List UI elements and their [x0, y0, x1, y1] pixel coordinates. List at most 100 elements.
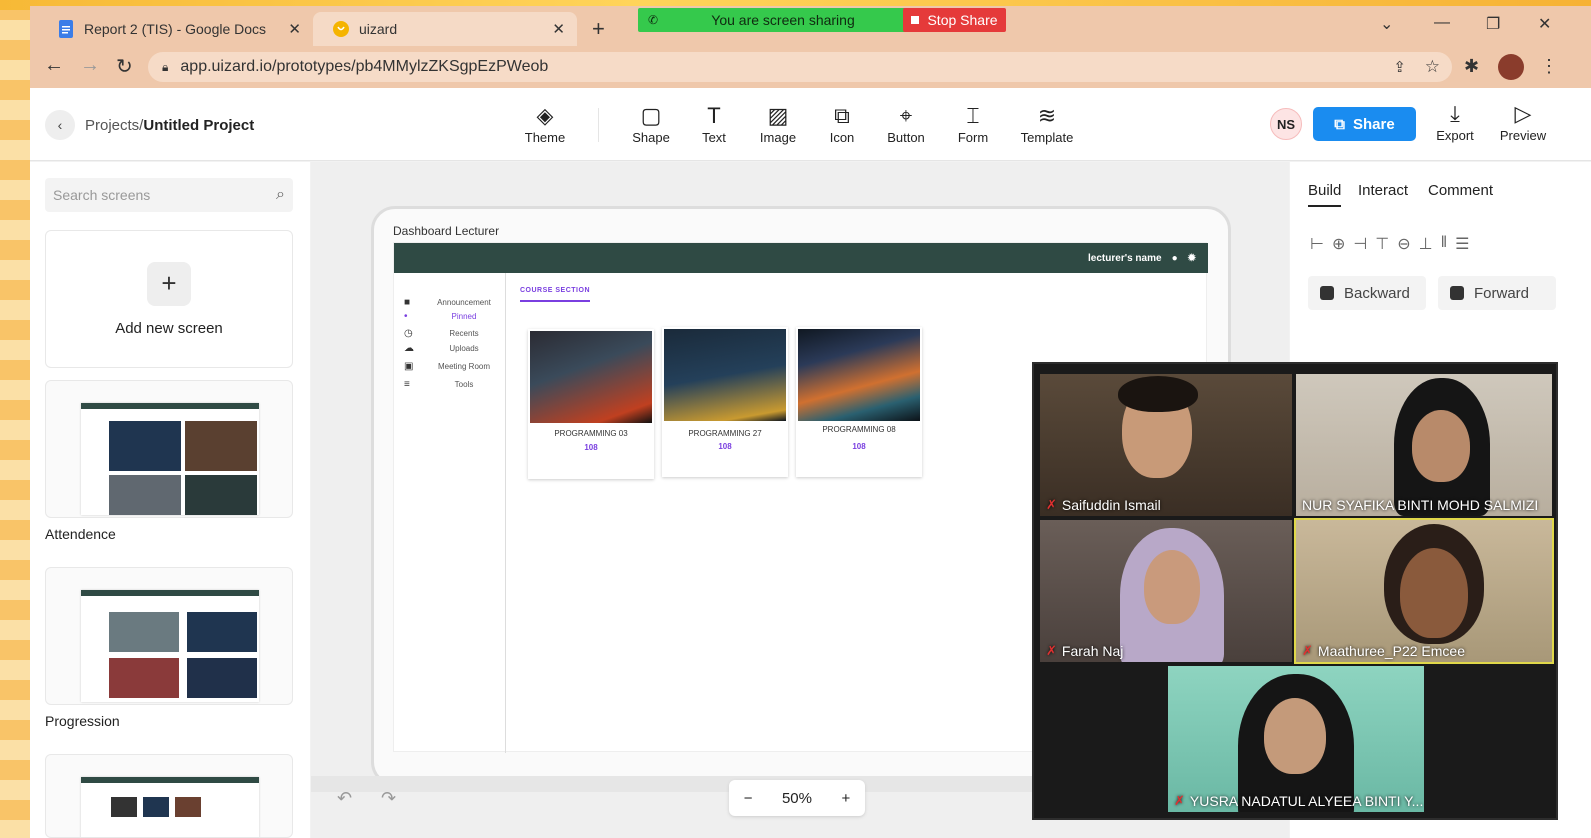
button-tool-button[interactable]: ⌖ Button: [871, 102, 941, 145]
cloud-icon: ☁: [404, 343, 414, 354]
mic-muted-icon: ✗: [1174, 793, 1185, 808]
screen-thumbnail-third[interactable]: [45, 754, 293, 838]
tab-comment[interactable]: Comment: [1428, 182, 1493, 199]
minimize-button[interactable]: —: [1434, 14, 1450, 32]
close-icon[interactable]: ✕: [288, 20, 301, 38]
distribute-vertical-icon[interactable]: ☰: [1455, 234, 1469, 254]
share-button[interactable]: ⧉ Share: [1313, 107, 1416, 141]
back-button[interactable]: ‹: [45, 110, 75, 140]
list-icon: ≡: [404, 379, 410, 390]
icon-shapes-icon: ⧉: [834, 103, 850, 128]
align-bottom-icon[interactable]: ⊥: [1419, 234, 1433, 254]
participant-face: [1144, 550, 1200, 624]
align-middle-icon[interactable]: ⊖: [1397, 234, 1410, 254]
export-button[interactable]: ⤓ Export: [1420, 100, 1490, 143]
participant-name: NUR SYAFIKA BINTI MOHD SALMIZI: [1302, 497, 1539, 513]
tab-build[interactable]: Build: [1308, 182, 1342, 207]
sidebar-item-tools: ≡ Tools: [404, 379, 474, 390]
url-text: app.uizard.io/prototypes/pb4MMylzZKSgpEz…: [180, 58, 549, 75]
chevron-down-icon[interactable]: ⌄: [1380, 14, 1393, 34]
share-page-icon[interactable]: ⇪: [1393, 58, 1406, 76]
screen-name-progression[interactable]: Progression: [45, 713, 120, 729]
sidebar-item-recents: ◷ Recents: [404, 328, 479, 339]
reload-icon[interactable]: ↻: [116, 54, 133, 79]
align-top-icon[interactable]: ⊤: [1375, 234, 1389, 254]
close-icon[interactable]: ✕: [552, 20, 565, 38]
play-icon: ▷: [1514, 101, 1532, 126]
project-title[interactable]: Untitled Project: [143, 117, 254, 134]
forward-button[interactable]: Forward: [1438, 276, 1556, 310]
backward-button[interactable]: Backward: [1308, 276, 1426, 310]
align-right-icon[interactable]: ⊣: [1353, 234, 1367, 254]
layers-icon: ≋: [1037, 103, 1057, 128]
tab-google-docs[interactable]: Report 2 (TIS) - Google Docs ✕: [38, 12, 313, 46]
screen-preview: [81, 777, 259, 837]
stop-icon: [911, 16, 920, 24]
breadcrumb-projects[interactable]: Projects/: [85, 117, 143, 134]
text-icon: T: [707, 103, 721, 128]
profile-avatar[interactable]: [1498, 54, 1524, 80]
participant-video[interactable]: ✗ YUSRA NADATUL ALYEEA BINTI Y...: [1168, 666, 1424, 812]
distribute-horizontal-icon[interactable]: ‖: [1441, 234, 1448, 254]
menu-dots-icon[interactable]: ⋮: [1540, 56, 1558, 77]
forward-icon: [1450, 286, 1464, 300]
undo-icon[interactable]: ↶: [337, 788, 352, 809]
restore-button[interactable]: ❐: [1486, 14, 1500, 34]
share-label: Share: [1353, 115, 1395, 133]
course-title: PROGRAMMING 08: [822, 425, 896, 434]
tab-uizard[interactable]: uizard ✕: [313, 12, 577, 46]
participant-video-active-speaker[interactable]: ✗ Maathuree_P22 Emcee: [1294, 518, 1554, 664]
text-button[interactable]: T Text: [679, 102, 749, 145]
forward-arrow-icon[interactable]: →: [80, 54, 100, 77]
external-link-icon: ⧉: [1334, 115, 1345, 133]
new-tab-button[interactable]: +: [592, 16, 605, 42]
shape-button[interactable]: ▢ Shape: [616, 102, 686, 145]
zoom-in-button[interactable]: +: [841, 790, 850, 807]
align-center-icon[interactable]: ⊕: [1332, 234, 1345, 254]
screen-thumbnail-attendence[interactable]: [45, 380, 293, 518]
add-screen-label: Add new screen: [115, 319, 223, 337]
frame-title[interactable]: Dashboard Lecturer: [393, 224, 499, 238]
screen-thumbnail-progression[interactable]: [45, 567, 293, 705]
horizontal-scrollbar[interactable]: [311, 776, 1033, 792]
search-input[interactable]: Search screens ⌕: [45, 178, 293, 212]
course-card: PROGRAMMING 03 108: [528, 329, 654, 479]
add-screen-button[interactable]: + Add new screen: [45, 230, 293, 368]
clock-icon: ◷: [404, 328, 413, 339]
screen-topbar: lecturer's name ● ✹: [394, 243, 1208, 273]
tab-interact[interactable]: Interact: [1358, 182, 1408, 199]
tool-label: Shape: [632, 130, 670, 145]
preview-button[interactable]: ▷ Preview: [1488, 100, 1558, 143]
theme-button[interactable]: ◈ Theme: [510, 102, 580, 145]
plus-icon: +: [147, 261, 191, 306]
browser-chrome: Report 2 (TIS) - Google Docs ✕ uizard ✕ …: [30, 6, 1591, 88]
participant-name: ✗ Maathuree_P22 Emcee: [1302, 643, 1465, 659]
tool-label: Template: [1020, 130, 1074, 145]
icon-button[interactable]: ⧉ Icon: [807, 102, 877, 145]
screen-name-attendence[interactable]: Attendence: [45, 526, 116, 542]
monitor-icon: ▣: [404, 361, 414, 372]
address-bar[interactable]: 🔒︎ app.uizard.io/prototypes/pb4MMylzZKSg…: [148, 52, 1452, 82]
participant-video[interactable]: NUR SYAFIKA BINTI MOHD SALMIZI: [1296, 374, 1552, 516]
stop-share-button[interactable]: Stop Share: [903, 8, 1006, 32]
participant-video[interactable]: ✗ Saifuddin Ismail: [1040, 374, 1292, 516]
tab-label: Report 2 (TIS) - Google Docs: [84, 21, 267, 37]
align-left-icon[interactable]: ⊢: [1310, 234, 1324, 254]
video-icon: ■: [404, 297, 411, 308]
screens-panel: Search screens ⌕ + Add new screen Attende…: [30, 162, 310, 838]
close-window-button[interactable]: ✕: [1538, 14, 1551, 34]
redo-icon[interactable]: ↷: [381, 788, 396, 809]
user-avatar[interactable]: NS: [1270, 108, 1302, 140]
image-button[interactable]: ▨ Image: [743, 102, 813, 145]
uizard-icon: [333, 20, 349, 38]
back-arrow-icon[interactable]: ←: [44, 54, 64, 77]
star-icon[interactable]: ☆: [1425, 57, 1440, 77]
extensions-icon[interactable]: ✱: [1464, 56, 1479, 77]
participant-video[interactable]: ✗ Farah Naj: [1040, 520, 1292, 662]
tool-label: Image: [759, 130, 797, 145]
zoom-out-button[interactable]: −: [744, 790, 753, 807]
zoom-level[interactable]: 50%: [782, 790, 812, 807]
template-button[interactable]: ≋ Template: [1012, 102, 1082, 145]
form-button[interactable]: ⌶ Form: [938, 102, 1008, 145]
participant-face: [1400, 548, 1468, 638]
